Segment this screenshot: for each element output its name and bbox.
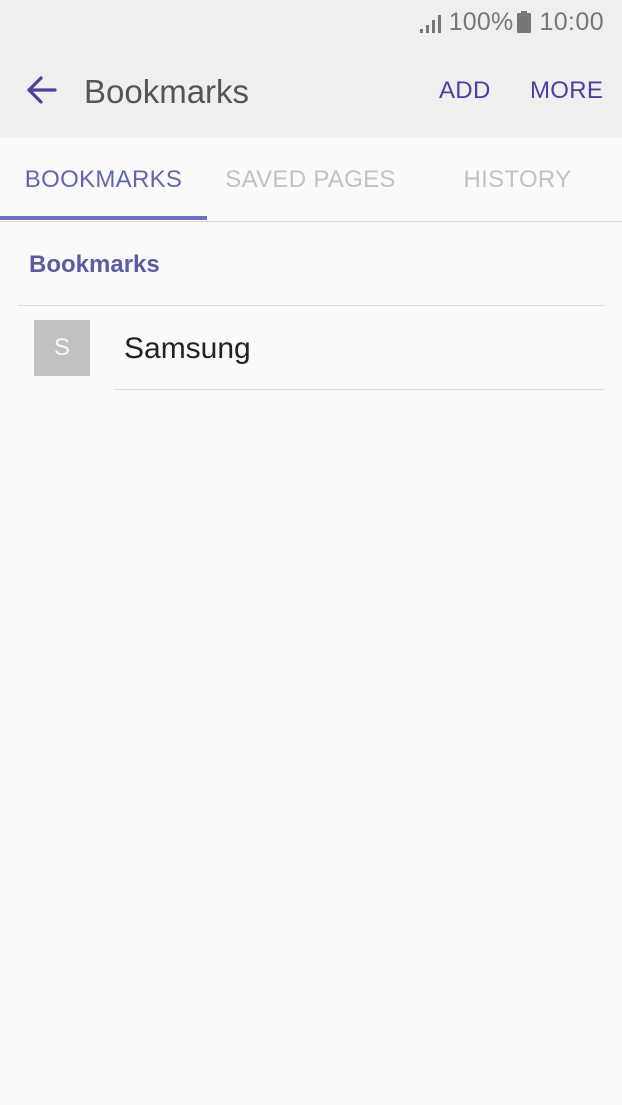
- bookmark-title: Samsung: [124, 332, 251, 365]
- bookmark-item-samsung[interactable]: S Samsung: [18, 306, 605, 390]
- battery-percentage: 100%: [448, 7, 514, 36]
- tab-bookmarks[interactable]: BOOKMARKS: [0, 138, 207, 222]
- section-header: Bookmarks: [29, 251, 160, 278]
- signal-icon: [419, 12, 443, 33]
- tab-history[interactable]: HISTORY: [414, 138, 621, 222]
- app-bar: 100% 10:00 Bookmarks ADD MORE: [0, 0, 622, 138]
- active-tab-indicator: [0, 216, 207, 220]
- more-button[interactable]: MORE: [530, 75, 603, 107]
- tab-bar: BOOKMARKS SAVED PAGES HISTORY: [0, 138, 622, 222]
- status-clock: 10:00: [539, 7, 604, 36]
- browser-bookmarks-screen: 100% 10:00 Bookmarks ADD MORE BOOKMARKS …: [0, 0, 622, 1105]
- list-divider: [114, 389, 605, 390]
- add-button[interactable]: ADD: [439, 75, 491, 107]
- arrow-left-icon: [26, 75, 58, 109]
- tab-saved-pages[interactable]: SAVED PAGES: [207, 138, 414, 222]
- back-button[interactable]: [16, 66, 68, 118]
- page-title: Bookmarks: [84, 73, 250, 110]
- battery-icon: [517, 11, 532, 33]
- bookmark-favicon: S: [34, 320, 90, 376]
- status-bar: 100% 10:00: [419, 0, 604, 44]
